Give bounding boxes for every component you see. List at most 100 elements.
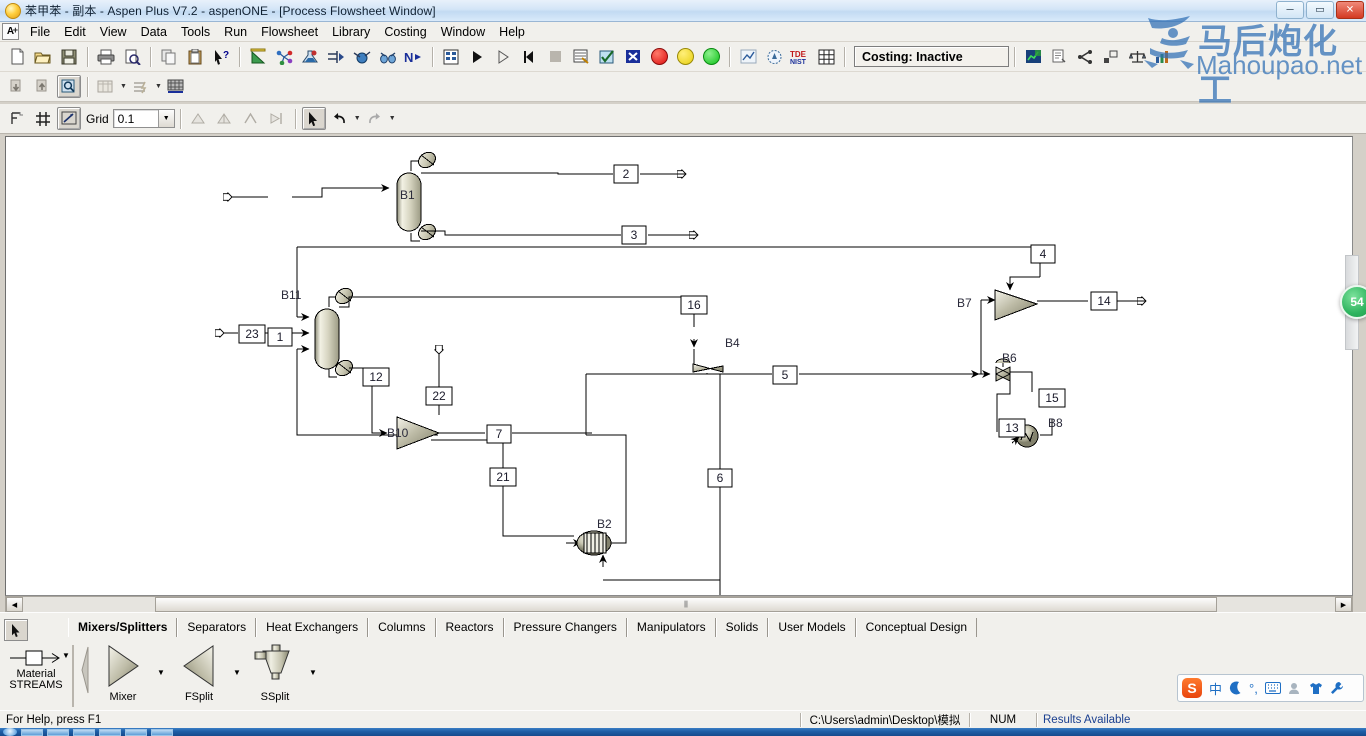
menu-library[interactable]: Library [325,23,377,41]
ime-user-icon[interactable] [1288,682,1302,695]
taskbar-item[interactable] [125,728,147,736]
grid-size-combo[interactable]: 0.1 ▼ [112,109,175,128]
help-pointer-icon[interactable]: ? [209,45,233,68]
palette-streams-group[interactable]: Material STREAMS [2,647,70,707]
undo-dropdown-icon[interactable]: ▼ [353,108,362,130]
streams-dropdown-icon[interactable]: ▼ [62,651,70,660]
taskbar-item[interactable] [151,728,173,736]
paste-icon[interactable] [183,45,207,68]
scroll-track-left[interactable] [23,597,155,612]
show-grid-icon[interactable] [31,107,55,130]
ime-keyboard-icon[interactable] [1264,682,1281,694]
menu-file[interactable]: File [23,23,57,41]
new-icon[interactable] [5,45,29,68]
ssplit-dropdown-icon[interactable]: ▼ [306,641,320,703]
run-icon[interactable] [465,45,489,68]
stop-icon[interactable] [543,45,567,68]
view-economics-icon[interactable] [1151,45,1175,68]
menu-data[interactable]: Data [134,23,174,41]
align-top-icon[interactable] [239,107,263,130]
open-folder-icon[interactable] [31,45,55,68]
ime-chinese-mode-icon[interactable]: 中 [1209,679,1222,698]
scroll-track-right[interactable] [1217,597,1335,612]
status-green-icon[interactable] [699,45,723,68]
align-left-icon[interactable] [187,107,211,130]
analysis-icon[interactable] [736,45,760,68]
status-yellow-icon[interactable] [673,45,697,68]
input-check-icon[interactable] [595,45,619,68]
import-icon[interactable] [5,75,29,98]
step-icon[interactable] [491,45,515,68]
palette-select-arrow-icon[interactable] [4,619,28,641]
tab-conceptual-design[interactable]: Conceptual Design [855,618,978,637]
palette-model-mixer[interactable]: Mixer [92,641,154,703]
status-red-icon[interactable] [647,45,671,68]
align-flip-icon[interactable] [265,107,289,130]
menu-help[interactable]: Help [492,23,532,41]
streams-icon[interactable] [324,45,348,68]
copy-icon[interactable] [157,45,181,68]
properties-setup-icon[interactable] [246,45,270,68]
maximize-button[interactable]: ▭ [1306,1,1334,19]
ime-logo-icon[interactable]: S [1182,678,1202,698]
methods-icon[interactable] [298,45,322,68]
select-arrow-icon[interactable] [301,107,326,130]
pressure-relief-icon[interactable] [762,45,786,68]
scroll-thumb[interactable] [155,597,1217,612]
ime-punctuation-icon[interactable]: °, [1249,681,1258,696]
process-flowsheet-canvas[interactable]: 1 2 3 4 5 6 7 12 13 14 15 16 21 22 23 B1… [5,136,1353,596]
size-icon[interactable] [1099,45,1123,68]
menu-run[interactable]: Run [217,23,254,41]
mdi-system-icon[interactable]: A [2,23,19,40]
control-panel-icon[interactable] [439,45,463,68]
menu-tools[interactable]: Tools [174,23,217,41]
components-icon[interactable] [272,45,296,68]
blocks-icon[interactable] [350,45,374,68]
save-icon[interactable] [57,45,81,68]
costing-status-box[interactable]: Costing: Inactive [854,46,1009,67]
menu-view[interactable]: View [93,23,134,41]
chevron-down-icon[interactable]: ▼ [157,110,174,127]
reinitialize-icon[interactable] [517,45,541,68]
palette-model-ssplit[interactable]: SSplit [244,641,306,703]
evaluate-icon[interactable] [1125,45,1149,68]
taskbar-item[interactable] [47,728,69,736]
palette-scroll-left-icon[interactable] [80,641,92,699]
stream-results-icon[interactable] [129,75,153,98]
tab-pressure-changers[interactable]: Pressure Changers [503,618,627,637]
print-icon[interactable] [94,45,118,68]
tab-manipulators[interactable]: Manipulators [626,618,716,637]
taskbar-item[interactable] [73,728,95,736]
redo-icon[interactable] [363,107,387,130]
stream-results-dropdown-icon[interactable]: ▼ [154,76,163,98]
tab-user-models[interactable]: User Models [768,618,856,637]
tab-reactors[interactable]: Reactors [435,618,504,637]
canvas-horizontal-scrollbar[interactable]: ◀ ▶ [5,596,1353,613]
cost-report-icon[interactable] [1047,45,1071,68]
tde-nist-icon[interactable]: TDE NIST [788,45,812,68]
scroll-left-button[interactable]: ◀ [6,597,23,612]
undo-icon[interactable] [328,107,352,130]
print-preview-icon[interactable] [120,45,144,68]
start-orb-icon[interactable] [3,728,17,736]
results-icon[interactable] [569,45,593,68]
taskbar-item[interactable] [99,728,121,736]
close-button[interactable]: ✕ [1336,1,1364,19]
tab-separators[interactable]: Separators [177,618,257,637]
next-n-icon[interactable]: N [402,45,426,68]
fsplit-dropdown-icon[interactable]: ▼ [230,641,244,703]
scroll-right-button[interactable]: ▶ [1335,597,1352,612]
heat-integration-icon[interactable] [164,75,188,98]
stream-table-icon[interactable] [94,75,118,98]
minimize-button[interactable]: ─ [1276,1,1304,19]
export-icon[interactable] [31,75,55,98]
redo-dropdown-icon[interactable]: ▼ [388,108,397,130]
taskbar-item[interactable] [21,728,43,736]
tab-solids[interactable]: Solids [715,618,769,637]
menu-costing[interactable]: Costing [377,23,433,41]
align-right-icon[interactable] [213,107,237,130]
binocular-icon[interactable] [376,45,400,68]
ime-skin-icon[interactable] [1309,682,1323,695]
tab-heat-exchangers[interactable]: Heat Exchangers [256,618,369,637]
global-data-icon[interactable] [5,107,29,130]
